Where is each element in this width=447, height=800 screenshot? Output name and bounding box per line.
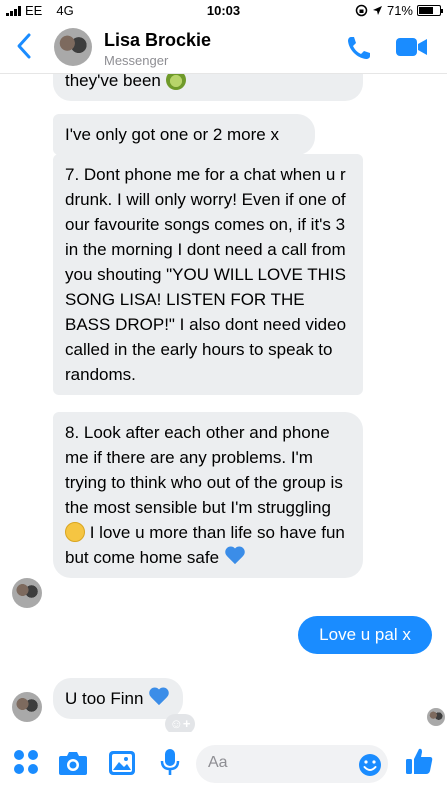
add-reaction-icon[interactable]: ☺+ — [165, 714, 195, 732]
message-bubble[interactable]: 8. Look after each other and phone me if… — [53, 412, 363, 578]
kiwi-emoji-icon — [165, 74, 186, 90]
message-text: I love u more than life so have fun but … — [65, 523, 345, 567]
location-icon — [372, 6, 382, 15]
message-thread[interactable]: they've been I've only got one or 2 more… — [0, 74, 447, 732]
read-receipt-avatar — [427, 708, 445, 726]
microphone-icon[interactable] — [160, 748, 180, 776]
contact-subtitle: Messenger — [104, 53, 169, 68]
composer-bar: Aa — [0, 732, 447, 800]
battery-icon — [417, 5, 443, 16]
message-input-placeholder: Aa — [208, 754, 228, 771]
message-bubble[interactable]: 7. Dont phone me for a chat when u r dru… — [53, 154, 363, 395]
message-text: Love u pal x — [319, 625, 411, 644]
contact-name[interactable]: Lisa Brockie — [104, 30, 211, 51]
phone-call-icon[interactable] — [345, 34, 373, 62]
video-call-icon[interactable] — [395, 36, 429, 58]
more-dots-icon[interactable] — [14, 750, 38, 774]
message-bubble[interactable]: they've been — [53, 74, 363, 101]
message-bubble[interactable]: U too Finn — [53, 678, 183, 719]
gallery-icon[interactable] — [108, 750, 136, 776]
message-text: 7. Dont phone me for a chat when u r dru… — [65, 165, 347, 384]
outgoing-message-bubble[interactable]: Love u pal x — [298, 616, 432, 654]
thumbs-up-icon[interactable] — [404, 746, 434, 776]
thinking-face-emoji-icon — [65, 522, 85, 542]
contact-avatar-small[interactable] — [12, 578, 42, 608]
status-bar: EE 4G 10:03 71% — [0, 0, 447, 20]
message-text: 8. Look after each other and phone me if… — [65, 423, 343, 517]
back-chevron-icon[interactable] — [14, 32, 34, 60]
battery-percent: 71% — [386, 3, 413, 18]
message-bubble[interactable]: I've only got one or 2 more x — [53, 114, 315, 155]
contact-avatar[interactable] — [54, 28, 92, 66]
camera-icon[interactable] — [58, 750, 88, 776]
message-text: they've been — [65, 74, 161, 90]
orientation-lock-icon — [355, 4, 368, 17]
blue-heart-emoji-icon — [224, 547, 246, 567]
contact-avatar-small[interactable] — [12, 692, 42, 722]
conversation-header: Lisa Brockie Messenger — [0, 20, 447, 74]
blue-heart-emoji-icon — [148, 688, 170, 708]
message-text: U too Finn — [65, 689, 144, 708]
message-text: I've only got one or 2 more x — [65, 125, 279, 144]
emoji-icon[interactable] — [358, 753, 382, 777]
